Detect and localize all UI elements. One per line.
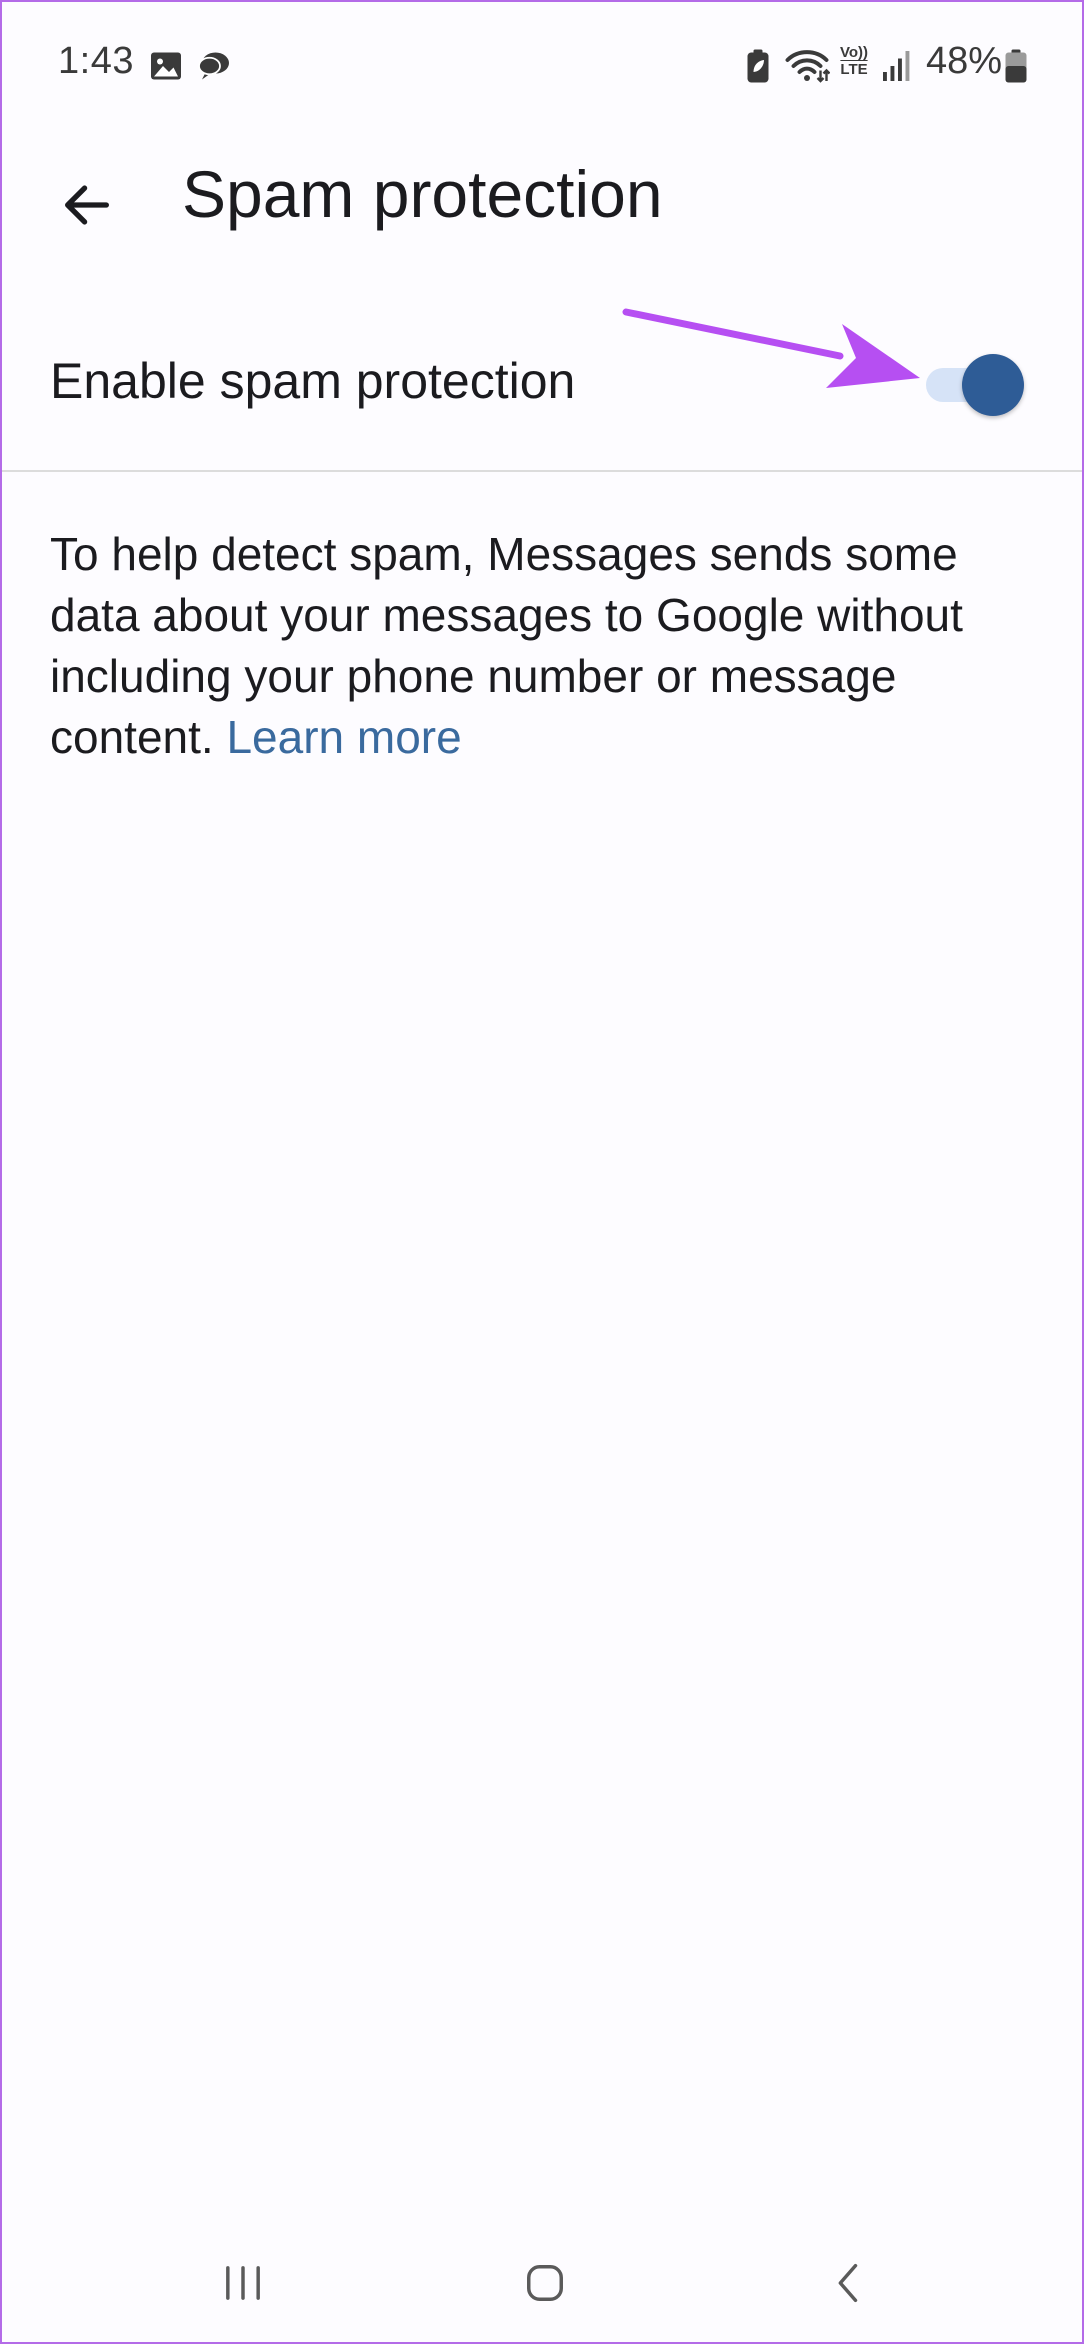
volte-top-text: Vo)) <box>839 44 869 61</box>
divider <box>0 470 1084 472</box>
back-button[interactable] <box>40 160 134 254</box>
nav-back-button[interactable] <box>804 2240 894 2330</box>
status-bar: 1:43 Vo)) LTE 48% <box>0 0 1084 130</box>
switch-thumb <box>962 354 1024 416</box>
battery-saver-icon <box>744 48 772 84</box>
description-text: To help detect spam, Messages sends some… <box>50 528 963 763</box>
image-icon <box>148 48 184 84</box>
enable-spam-protection-switch[interactable] <box>926 352 1026 416</box>
volte-bottom-text: LTE <box>840 61 868 78</box>
status-time: 1:43 <box>58 40 134 82</box>
battery-icon <box>1004 48 1028 84</box>
spam-protection-description: To help detect spam, Messages sends some… <box>50 524 1050 768</box>
back-icon <box>823 2257 875 2314</box>
page-title: Spam protection <box>182 157 663 231</box>
recent-apps-button[interactable] <box>198 2240 288 2330</box>
navigation-bar <box>0 2210 1084 2344</box>
home-button[interactable] <box>500 2240 590 2330</box>
battery-percentage: 48% <box>925 40 1002 82</box>
wifi-icon <box>784 48 831 84</box>
arrow-left-icon <box>58 176 116 239</box>
signal-icon <box>880 48 910 84</box>
volte-icon: Vo)) LTE <box>836 44 872 80</box>
recent-apps-icon <box>217 2257 269 2314</box>
enable-spam-protection-row[interactable]: Enable spam protection <box>0 300 1084 470</box>
chat-bubble-icon <box>196 48 232 84</box>
home-icon <box>519 2257 571 2314</box>
learn-more-link[interactable]: Learn more <box>226 711 461 763</box>
enable-spam-protection-label: Enable spam protection <box>50 353 576 409</box>
app-bar: Spam protection <box>0 130 1084 262</box>
